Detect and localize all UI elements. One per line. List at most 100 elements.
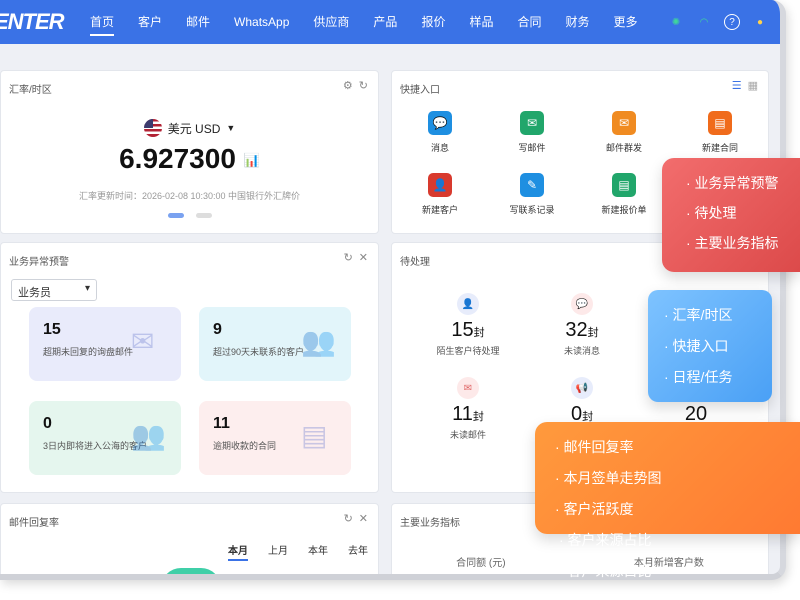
refresh-icon[interactable]: ↻	[344, 251, 353, 264]
chatgpt-icon[interactable]: ✺	[668, 14, 684, 30]
quick-entry-label: 新建报价单	[601, 205, 647, 215]
feature-ribbon-red: · 业务异常预警 · 待处理 · 主要业务指标	[662, 158, 800, 272]
pending-item[interactable]: 📢 0封	[542, 377, 622, 428]
select-value: 业务员	[18, 287, 51, 299]
carousel-dot[interactable]	[167, 213, 184, 218]
mail-icon: ✉	[457, 377, 479, 399]
email-reply-rate-panel: 邮件回复率 ↻ ✕ 本月 上月 本年 去年	[0, 503, 379, 574]
help-icon[interactable]: ?	[724, 14, 740, 30]
chat-icon: 💬	[571, 293, 593, 315]
caret-down-icon: ▼	[226, 123, 236, 133]
salesperson-select[interactable]: 业务员	[11, 279, 97, 301]
nav-icon-group: ✺ ◠? ●	[668, 0, 768, 44]
exchange-rate-panel: 汇率/时区 ⚙ ↻ 美元 USD ▼ 6.927300 📊 汇率更新时间：202…	[0, 70, 379, 234]
pending-count: 11封	[428, 403, 508, 426]
nav-item[interactable]: 首页	[78, 0, 126, 44]
people-outline-icon: 👥	[131, 420, 166, 451]
nav-item[interactable]: 客户	[126, 0, 174, 44]
refresh-icon[interactable]: ↻	[359, 79, 368, 92]
pending-label: 陌生客户待处理	[436, 346, 500, 356]
currency-label: 美元 USD	[167, 121, 221, 136]
quick-entry-label: 写联系记录	[509, 205, 555, 215]
pending-item[interactable]: ✉ 11封 未读邮件	[428, 377, 508, 441]
mail-outline-icon: ✉	[131, 326, 155, 357]
quick-entry-contract[interactable]: ▤ 新建合同	[680, 111, 760, 154]
pending-number: 32	[565, 319, 588, 341]
top-navbar: ENTER 首页 客户 邮件 WhatsApp 供应商 产品 报价 样品 合同 财务 更多 ✺ ◠? ●	[0, 0, 780, 44]
new-customer-icon: 👤	[428, 173, 452, 197]
pending-unit: 封	[587, 327, 599, 339]
nav-item[interactable]: WhatsApp	[222, 0, 301, 44]
currency-selector[interactable]: 美元 USD ▼	[1, 119, 378, 137]
tab-period[interactable]: 去年	[348, 542, 368, 561]
panel-title: 待处理	[400, 257, 430, 268]
panel-title: 邮件回复率	[9, 518, 59, 529]
nav-item[interactable]: 财务	[553, 0, 601, 44]
close-icon[interactable]: ✕	[359, 512, 368, 525]
nav-item[interactable]: 产品	[361, 0, 409, 44]
nav-item[interactable]: 合同	[505, 0, 553, 44]
exchange-rate-value: 6.927300 📊	[1, 143, 378, 175]
nav-menu: 首页 客户 邮件 WhatsApp 供应商 产品 报价 样品 合同 财务 更多	[78, 0, 650, 44]
quote-icon: ▤	[612, 173, 636, 197]
quick-entry-label: 新建合同	[701, 143, 738, 153]
close-icon[interactable]: ✕	[359, 251, 368, 264]
feature-ribbon-orange: · 邮件回复率 · 本月签单走势图 · 客户活跃度 · 客户来源占比 · 客户来源占比 ·…	[535, 422, 800, 600]
panel-title: 主要业务指标	[400, 518, 460, 529]
ribbon-item: · 客户活跃度	[555, 501, 634, 517]
panel-title: 快捷入口	[400, 85, 440, 96]
quick-entry-message[interactable]: 💬 消息	[400, 111, 480, 154]
ribbon-item: · 业务异常预警	[686, 175, 779, 191]
nav-item[interactable]: 报价	[409, 0, 457, 44]
ribbon-item: · 待处理	[686, 205, 737, 221]
grid-view-icon[interactable]: ▦	[748, 79, 758, 92]
quick-entry-quote[interactable]: ▤ 新建报价单	[584, 173, 664, 216]
settings-icon[interactable]: ⚙	[343, 79, 353, 92]
panel-title: 汇率/时区	[9, 85, 52, 96]
rate-updated-time: 汇率更新时间：2026-02-08 10:30:00 中国银行外汇牌价	[78, 191, 301, 201]
mass-email-icon: ✉	[612, 111, 636, 135]
tab-period[interactable]: 上月	[268, 542, 288, 561]
alert-card[interactable]: 15 超期未回复的询盘邮件 ✉	[29, 307, 181, 381]
pending-unit: 封	[472, 411, 484, 423]
quick-entry-contact-record[interactable]: ✎ 写联系记录	[492, 173, 572, 216]
pending-item[interactable]: 👤 15封 陌生客户待处理	[428, 293, 508, 357]
feature-ribbon-blue: · 汇率/时区 · 快捷入口 · 日程/任务	[648, 290, 772, 402]
headset-icon[interactable]: ◠	[696, 14, 712, 30]
quick-entry-label: 消息	[430, 143, 449, 153]
stranger-icon: 👤	[457, 293, 479, 315]
tab-period[interactable]: 本月	[228, 542, 248, 561]
pending-item[interactable]: 💬 32封未读消息	[542, 293, 622, 357]
people-outline-icon: 👥	[301, 326, 336, 357]
document-outline-icon: ▤	[301, 420, 328, 451]
nav-item[interactable]: 样品	[457, 0, 505, 44]
list-view-icon[interactable]: ☰	[732, 79, 742, 92]
quick-entry-label: 邮件群发	[605, 143, 642, 153]
bullhorn-icon: 📢	[571, 377, 593, 399]
carousel-dot[interactable]	[195, 213, 212, 218]
ribbon-item: · 本月签单走势图	[555, 470, 662, 486]
contract-amount-header: 合同额 (元)	[456, 558, 506, 569]
rate-number: 6.927300	[119, 143, 236, 174]
quick-entry-mass-email[interactable]: ✉ 邮件群发	[584, 111, 664, 154]
tab-period[interactable]: 本年	[308, 542, 328, 561]
pending-label: 未读消息	[563, 346, 600, 356]
ribbon-item: · 快捷入口	[664, 338, 729, 354]
quick-entry-write-email[interactable]: ✉ 写邮件	[492, 111, 572, 154]
ribbon-item: · 客户来源占比	[559, 532, 652, 548]
message-icon: 💬	[428, 111, 452, 135]
nav-item[interactable]: 邮件	[174, 0, 222, 44]
nav-item[interactable]: 供应商	[301, 0, 361, 44]
refresh-icon[interactable]: ↻	[344, 512, 353, 525]
alert-card[interactable]: 0 3日内即将进入公海的客户 👥	[29, 401, 181, 475]
contract-icon: ▤	[708, 111, 732, 135]
user-icon[interactable]: ●	[752, 14, 768, 30]
chart-icon[interactable]: 📊	[244, 153, 260, 168]
alert-card[interactable]: 9 超过90天未联系的客户 👥	[199, 307, 351, 381]
alert-card[interactable]: 11 逾期收款的合同 ▤	[199, 401, 351, 475]
quick-entry-label: 写邮件	[518, 143, 546, 153]
ribbon-item: · 日程/任务	[664, 369, 733, 385]
quick-entry-new-customer[interactable]: 👤 新建客户	[400, 173, 480, 216]
nav-item[interactable]: 更多	[602, 0, 650, 44]
quick-entry-label: 新建客户	[421, 205, 458, 215]
